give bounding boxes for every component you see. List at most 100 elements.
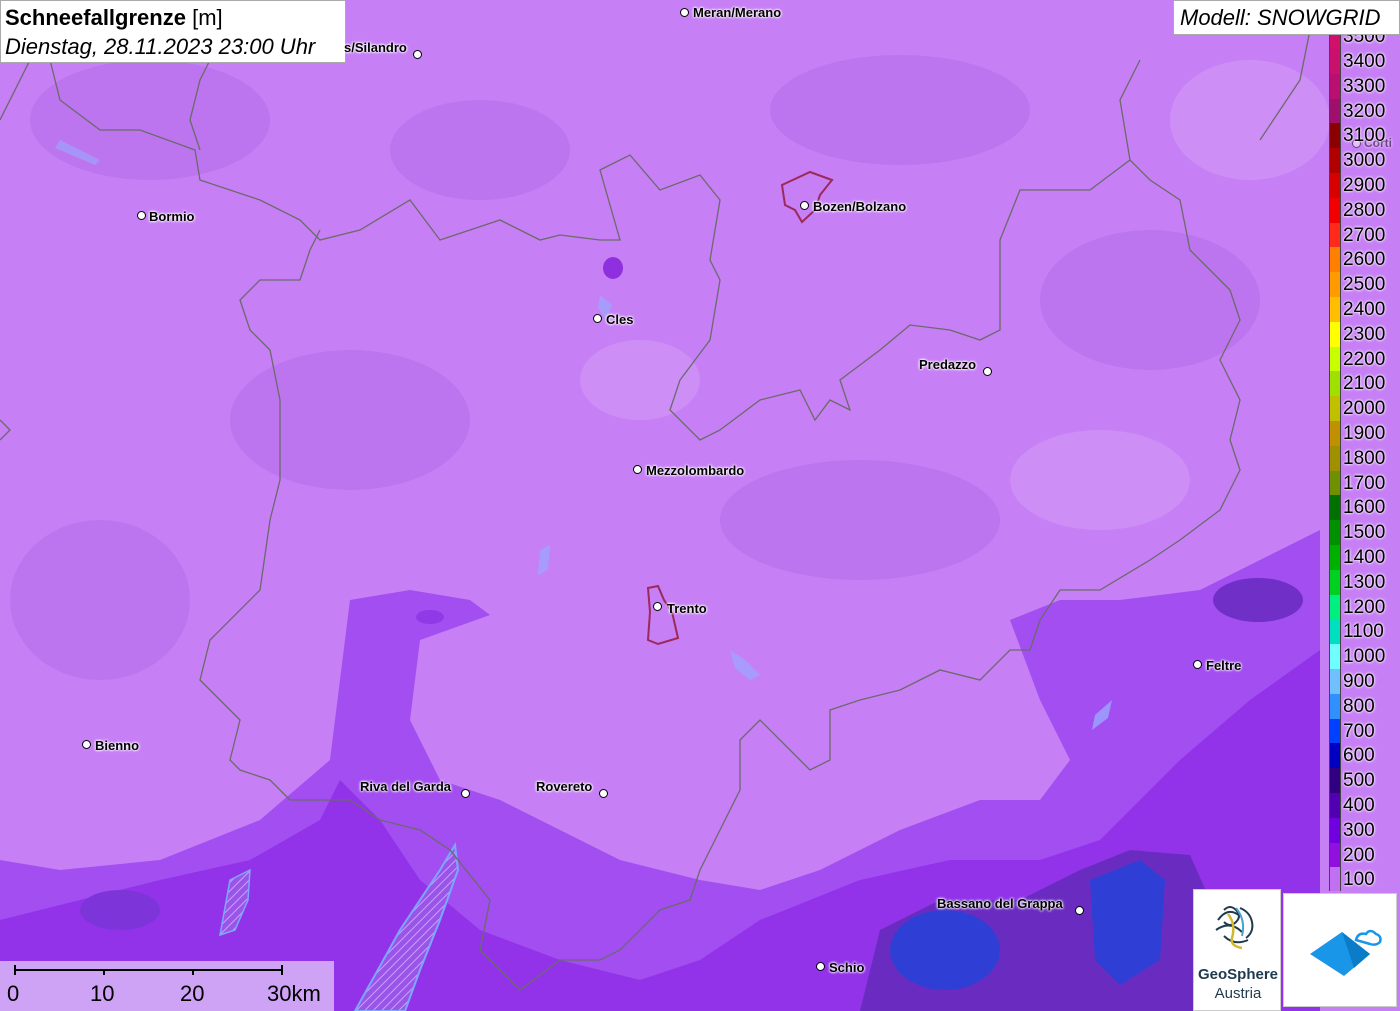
legend-swatch [1329,495,1341,521]
legend-swatch [1329,73,1341,99]
legend-label: 1800 [1343,447,1386,469]
legend-label: 600 [1343,745,1375,767]
city-label: Schio [829,960,865,975]
legend-label: 1100 [1343,621,1384,643]
legend-swatch [1329,520,1341,545]
app-house-cloud-icon [1310,929,1382,976]
legend-item: 400 [1328,793,1400,818]
city-marker-icon [461,789,470,798]
legend-label: 1600 [1343,497,1386,519]
legend-label: 1500 [1343,522,1386,544]
legend-label: 3300 [1343,75,1386,97]
legend-swatch [1329,197,1341,223]
legend-swatch [1329,867,1341,891]
legend-item: 2600 [1328,247,1400,273]
city-label: Feltre [1206,658,1242,673]
legend-item: 1300 [1328,569,1400,595]
city-label: Bozen/Bolzano [813,199,907,214]
geosphere-logo-line1: GeoSphere [1197,966,1279,983]
legend-label: 2500 [1343,274,1386,296]
legend-swatch [1329,619,1341,645]
city-marker-icon [680,8,689,17]
legend-item: 2800 [1328,197,1400,223]
legend-label: 900 [1343,671,1375,692]
legend-label: 2700 [1343,224,1386,246]
legend-swatch [1329,98,1341,124]
legend-label: 500 [1343,770,1375,792]
legend-item: 2200 [1328,346,1400,372]
legend-item: 1500 [1328,520,1400,545]
city-label: Mezzolombardo [646,463,745,478]
city-marker-icon [82,740,91,749]
city-marker-icon [800,201,809,210]
city-label: Riva del Garda [360,779,452,794]
geosphere-emblem-icon [1215,906,1254,950]
map-title-box: Schneefallgrenze [m] Dienstag, 28.11.202… [0,0,346,63]
legend-item: 1700 [1328,470,1400,496]
legend-label: 2300 [1343,323,1386,345]
legend-label: 1900 [1343,423,1386,444]
city-label: Meran/Merano [693,5,782,20]
city-label: Predazzo [919,357,977,372]
legend-item: 2300 [1328,321,1400,347]
legend-item: 2400 [1328,297,1400,322]
scale-label-0: 0 [7,981,20,1006]
legend-label: 3000 [1343,150,1386,172]
legend-swatch [1329,842,1341,868]
legend-label: 200 [1343,844,1375,866]
color-legend: 3500 3400 3300 3200 3100 3000 2900 2800 2700 2600… [1328,35,1400,891]
legend-label: 1200 [1343,596,1386,618]
city-marker-icon [137,211,146,220]
legend-label: 2000 [1343,398,1386,420]
legend-item: 2100 [1328,371,1400,397]
legend-swatch [1329,644,1341,669]
legend-item: 3200 [1328,98,1400,124]
city-marker-icon [1193,660,1202,669]
legend-label: 800 [1343,695,1375,717]
legend-item: 700 [1328,718,1400,744]
legend-item: 800 [1328,693,1400,719]
map-canvas[interactable] [0,0,1400,1011]
legend-item: 2900 [1328,173,1400,198]
legend-item: 300 [1328,817,1400,843]
legend-item: 2000 [1328,396,1400,421]
legend-item: 1200 [1328,594,1400,620]
city-marker-icon [413,50,422,59]
legend-swatch [1329,768,1341,793]
legend-label: 300 [1343,819,1375,841]
legend-item: 1100 [1328,619,1400,645]
legend-label: 2600 [1343,249,1386,271]
city-label: Rovereto [536,779,593,794]
legend-swatch [1329,35,1341,49]
geosphere-logo[interactable]: GeoSphere Austria [1193,889,1281,1011]
legend-label: 3400 [1343,51,1386,72]
app-logo[interactable] [1283,893,1397,1007]
legend-label: 1700 [1343,472,1386,494]
city-label: Cles [606,312,634,327]
legend-item: 2500 [1328,272,1400,297]
legend-label: 700 [1343,720,1375,742]
legend-swatch [1329,693,1341,719]
legend-swatch [1329,173,1341,198]
legend-item: 3100 [1328,123,1400,149]
legend-label: 100 [1343,869,1375,891]
scale-bar: 0 10 20 30km [0,961,334,1011]
legend-swatch [1329,470,1341,496]
legend-swatch [1329,421,1341,446]
city-label: Bormio [149,209,195,224]
legend-item: 200 [1328,842,1400,868]
city-label: Trento [667,601,707,616]
legend-label: 3500 [1343,35,1386,48]
geosphere-logo-line2: Austria [1214,985,1262,1002]
legend-swatch [1329,346,1341,372]
snowline-zone-dark-ne [1213,578,1303,622]
legend-label: 2900 [1343,175,1386,196]
legend-label: 2800 [1343,199,1386,221]
legend-item: 3400 [1328,49,1400,74]
city-marker-icon [1075,906,1084,915]
legend-swatch [1329,793,1341,818]
legend-swatch [1329,49,1341,74]
scale-label-20: 20 [180,981,205,1006]
legend-item: 1400 [1328,545,1400,570]
legend-label: 2400 [1343,299,1386,320]
